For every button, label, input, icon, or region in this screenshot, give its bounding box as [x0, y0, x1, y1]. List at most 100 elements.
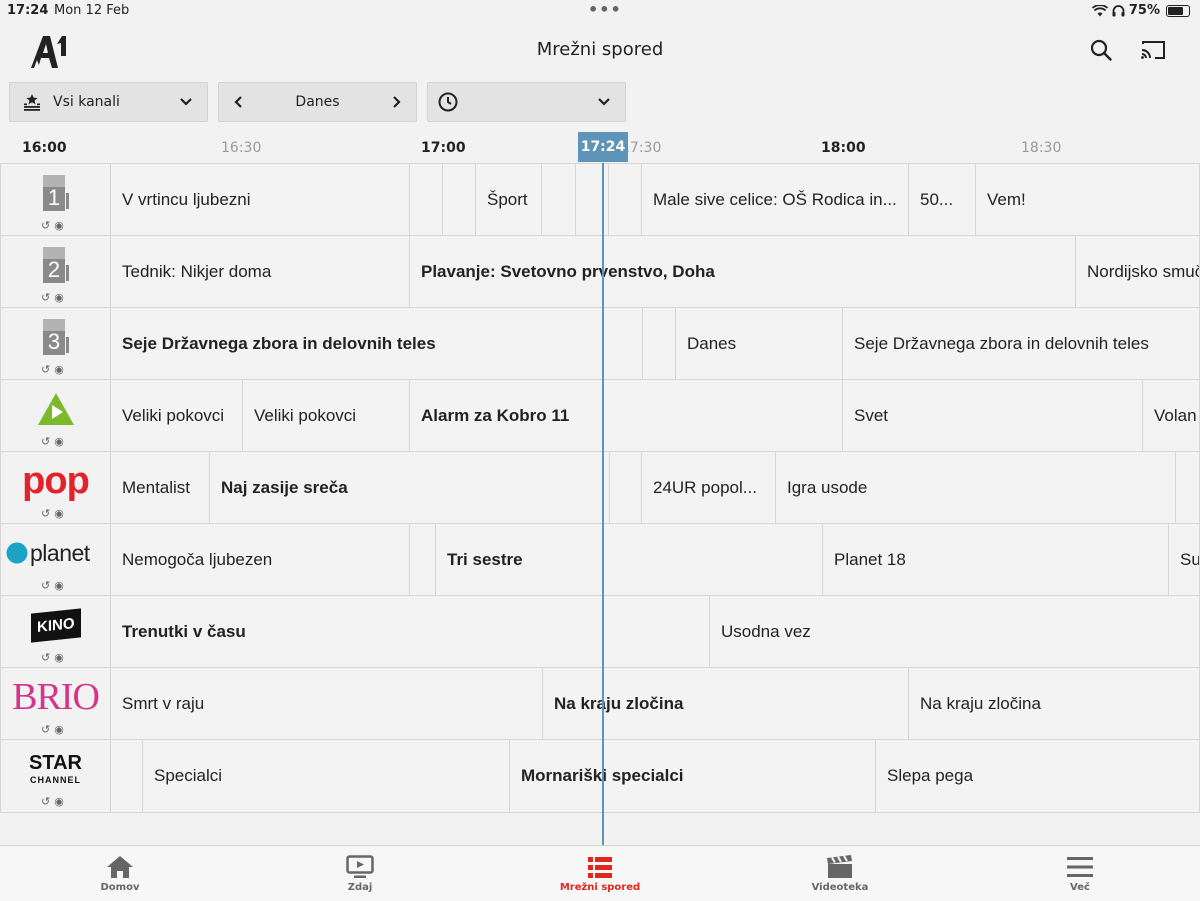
- record-icon: ◉: [54, 651, 64, 664]
- program-cell[interactable]: Seje Državnega zbora in delovnih teles: [843, 308, 1200, 380]
- program-cell[interactable]: Specialci: [143, 740, 510, 812]
- replay-icon: ↺: [41, 651, 51, 664]
- replay-icon: ↺: [41, 723, 51, 736]
- status-time: 17:24: [7, 3, 49, 18]
- program-cell[interactable]: [643, 308, 676, 380]
- program-cell[interactable]: Trenutki v času: [111, 596, 710, 668]
- record-icon: ◉: [54, 795, 64, 808]
- tab-videoteka[interactable]: Videoteka: [720, 846, 960, 901]
- time-tick: 16:30: [221, 140, 262, 156]
- program-cell[interactable]: Tri sestre: [436, 524, 823, 596]
- channel-cell[interactable]: planet ↺ ◉: [0, 524, 111, 596]
- status-bar: 17:24 Mon 12 Feb ••• 75%: [0, 0, 1200, 24]
- channel-cell[interactable]: BRIO ↺ ◉: [0, 668, 111, 740]
- program-cell[interactable]: Mornariški specialci: [510, 740, 876, 812]
- time-filter-dropdown[interactable]: [427, 82, 626, 122]
- program-cell[interactable]: Šport: [476, 164, 542, 236]
- program-cell[interactable]: Alarm za Kobro 11: [410, 380, 843, 452]
- program-cell[interactable]: [1176, 452, 1200, 524]
- program-cell[interactable]: Plavanje: Svetovno prvenstvo, Doha: [410, 236, 1076, 308]
- program-cell[interactable]: Seje Državnega zbora in delovnih teles: [111, 308, 643, 380]
- channel-cell[interactable]: KINO ↺ ◉: [0, 596, 111, 668]
- program-cell[interactable]: V vrtincu ljubezni: [111, 164, 410, 236]
- time-ruler[interactable]: 16:00 16:30 17:00 17:30 18:00 18:30 17:2…: [0, 130, 1200, 163]
- program-cell[interactable]: [610, 452, 642, 524]
- chevron-right-icon: [393, 96, 401, 108]
- record-icon: ◉: [54, 219, 64, 232]
- program-cell[interactable]: Vem!: [976, 164, 1200, 236]
- channel-cell[interactable]: pop ↺ ◉: [0, 452, 111, 524]
- tab-label: Domov: [100, 882, 140, 893]
- slo2-logo: 2: [42, 247, 69, 283]
- cast-button[interactable]: [1137, 34, 1169, 66]
- program-cell[interactable]: Naj zasije sreča: [210, 452, 610, 524]
- search-button[interactable]: [1085, 34, 1117, 66]
- program-cell[interactable]: Veliki pokovci: [111, 380, 243, 452]
- program-cell[interactable]: Slepa pega: [876, 740, 1200, 812]
- channel-cell[interactable]: STAR CHANNEL ↺ ◉: [0, 740, 111, 812]
- filter-bar: Vsi kanali Danes: [0, 82, 1200, 122]
- channel-cell[interactable]: ↺ ◉: [0, 380, 111, 452]
- record-icon: ◉: [54, 579, 64, 592]
- program-cell[interactable]: [111, 740, 143, 812]
- program-cell[interactable]: Su: [1169, 524, 1200, 596]
- program-cell[interactable]: Nordijsko smuč: [1076, 236, 1200, 308]
- program-cell[interactable]: [609, 164, 642, 236]
- previous-day-button[interactable]: [233, 95, 243, 109]
- replay-icon: ↺: [41, 291, 51, 304]
- program-cell[interactable]: [542, 164, 576, 236]
- replay-icon: ↺: [41, 435, 51, 448]
- menu-icon: [1067, 857, 1093, 877]
- program-cell[interactable]: Planet 18: [823, 524, 1169, 596]
- program-cell[interactable]: [410, 164, 443, 236]
- program-cell[interactable]: Smrt v raju: [111, 668, 543, 740]
- tab-mrezni-spored[interactable]: Mrežni spored: [480, 846, 720, 901]
- program-cell[interactable]: Mentalist: [111, 452, 210, 524]
- channel-cell[interactable]: 2 ↺ ◉: [0, 236, 111, 308]
- multitask-dots-icon[interactable]: •••: [588, 0, 622, 19]
- page-title: Mrežni spored: [536, 39, 664, 60]
- record-icon: ◉: [54, 507, 64, 520]
- chevron-left-icon: [234, 96, 242, 108]
- slo1-logo: 1: [42, 175, 69, 211]
- home-icon: [107, 856, 133, 878]
- time-tick: 18:30: [1021, 140, 1062, 156]
- replay-icon: ↺: [41, 363, 51, 376]
- program-cell[interactable]: Svet: [843, 380, 1143, 452]
- star-channel-logo: STAR: [29, 752, 82, 774]
- program-cell[interactable]: Danes: [676, 308, 843, 380]
- channel-cell[interactable]: 1 ↺ ◉: [0, 164, 111, 236]
- channel-row: 2 ↺ ◉ Tednik: Nikjer doma Plavanje: Sveto…: [0, 235, 1200, 308]
- wifi-icon: [1091, 4, 1108, 16]
- channel-cell[interactable]: 3 ↺ ◉: [0, 308, 111, 380]
- program-cell[interactable]: Na kraju zločina: [909, 668, 1200, 740]
- program-cell[interactable]: [410, 524, 436, 596]
- program-cell[interactable]: Igra usode: [776, 452, 1176, 524]
- program-cell[interactable]: Male sive celice: OŠ Rodica in...: [642, 164, 909, 236]
- tab-vec[interactable]: Več: [960, 846, 1200, 901]
- program-cell[interactable]: [576, 164, 609, 236]
- channel-row: 3 ↺ ◉ Seje Državnega zbora in delovnih te…: [0, 307, 1200, 380]
- tab-domov[interactable]: Domov: [0, 846, 240, 901]
- next-day-button[interactable]: [392, 95, 402, 109]
- tab-zdaj[interactable]: Zdaj: [240, 846, 480, 901]
- battery-percent: 75%: [1128, 3, 1160, 18]
- program-cell[interactable]: Na kraju zločina: [543, 668, 909, 740]
- time-tick: 18:00: [821, 140, 866, 156]
- search-icon: [1090, 39, 1112, 61]
- channel-filter-dropdown[interactable]: Vsi kanali: [9, 82, 208, 122]
- program-cell[interactable]: 24UR popol...: [642, 452, 776, 524]
- program-cell[interactable]: Usodna vez: [710, 596, 1200, 668]
- channel-filter-label: Vsi kanali: [53, 94, 120, 110]
- grid-divider: [0, 812, 1200, 813]
- channel-list-icon: [24, 94, 40, 111]
- epg-grid: 1 ↺ ◉ V vrtincu ljubezni Šport Male sive …: [0, 163, 1200, 813]
- program-cell[interactable]: [443, 164, 476, 236]
- program-cell[interactable]: 50...: [909, 164, 976, 236]
- program-cell[interactable]: Tednik: Nikjer doma: [111, 236, 410, 308]
- record-icon: ◉: [54, 363, 64, 376]
- program-cell[interactable]: Veliki pokovci: [243, 380, 410, 452]
- program-cell[interactable]: Volan: [1143, 380, 1200, 452]
- planet-logo: planet: [30, 539, 90, 566]
- program-cell[interactable]: Nemogoča ljubezen: [111, 524, 410, 596]
